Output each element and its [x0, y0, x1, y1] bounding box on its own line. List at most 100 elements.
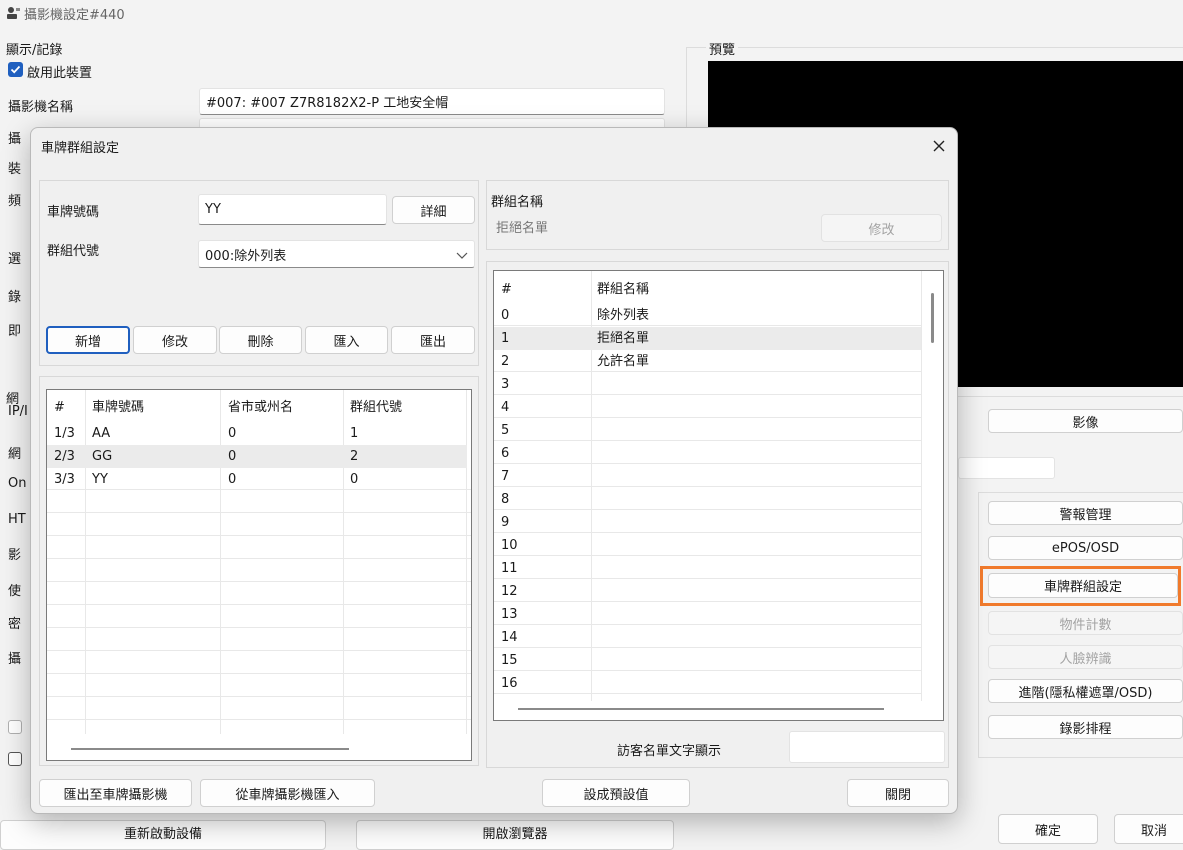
group-modify-button[interactable]: 修改 [821, 214, 942, 242]
cancel-button[interactable]: 取消 [1114, 814, 1183, 844]
plate-number-input[interactable]: YY [198, 194, 387, 225]
bg-checkbox[interactable] [8, 720, 22, 734]
table-row[interactable]: 1 拒絕名單 [494, 327, 921, 350]
group-table[interactable]: # 群組名稱 0 除外列表 1 拒絕名單 2 允許名單 3 4 5 6 7 8 9 1… [493, 270, 944, 721]
col-header: 車牌號碼 [92, 400, 145, 415]
alarm-management-button[interactable]: 警報管理 [988, 501, 1183, 525]
import-from-camera-button[interactable]: 從車牌攝影機匯入 [200, 779, 375, 807]
bg-label: 網 [8, 447, 22, 462]
table-row[interactable]: 4 [494, 396, 921, 419]
visitor-text-input[interactable] [789, 731, 945, 763]
col-header: 群組代號 [350, 400, 403, 415]
cell-index: 12 [501, 584, 518, 599]
record-schedule-button[interactable]: 錄影排程 [988, 715, 1183, 739]
cell-index: 4 [501, 400, 510, 415]
bg-label: 攝 [8, 132, 22, 147]
bg-right-field [958, 457, 1055, 479]
app-icon [6, 6, 20, 20]
horizontal-scrollbar[interactable] [518, 708, 884, 710]
table-row[interactable]: 14 [494, 626, 921, 649]
cell-group-code: 1 [350, 426, 359, 441]
table-row[interactable]: 2 允許名單 [494, 350, 921, 373]
export-to-camera-button[interactable]: 匯出至車牌攝影機 [39, 779, 192, 807]
horizontal-scrollbar[interactable] [71, 748, 349, 750]
cell-group-name: 允許名單 [597, 354, 650, 369]
col-header: # [501, 282, 512, 297]
table-row[interactable]: 3 [494, 373, 921, 396]
table-row[interactable]: 10 [494, 534, 921, 557]
table-row[interactable]: 11 [494, 557, 921, 580]
table-row[interactable]: 0 除外列表 [494, 304, 921, 327]
vertical-scrollbar[interactable] [931, 293, 934, 343]
set-default-button[interactable]: 設成預設值 [542, 779, 690, 807]
table-row[interactable]: 8 [494, 488, 921, 511]
group-code-label: 群組代號 [47, 244, 100, 259]
table-row[interactable]: 7 [494, 465, 921, 488]
close-button[interactable]: 關閉 [847, 779, 949, 807]
group-code-value: 000:除外列表 [205, 248, 287, 264]
enable-device-label: 啟用此裝置 [27, 66, 93, 81]
close-icon[interactable] [929, 136, 949, 156]
table-row[interactable]: 12 [494, 580, 921, 603]
export-button[interactable]: 匯出 [391, 326, 475, 354]
cell-region: 0 [228, 472, 237, 487]
col-header: # [54, 400, 65, 415]
table-row[interactable]: 16 [494, 672, 921, 695]
table-row[interactable]: 2/3 GG 0 2 [47, 445, 467, 468]
cell-index: 2/3 [54, 449, 75, 464]
bg-label: 即 [8, 324, 22, 339]
cell-group-name: 除外列表 [597, 308, 650, 323]
cell-index: 7 [501, 469, 510, 484]
camera-name-input[interactable]: #007: #007 Z7R8182X2-P 工地安全帽 [199, 88, 665, 115]
cell-group-code: 2 [350, 449, 359, 464]
bg-label: 使 [8, 584, 22, 599]
detail-button[interactable]: 詳細 [392, 196, 475, 224]
cell-index: 1 [501, 331, 510, 346]
bg-label: 裝 [8, 162, 22, 177]
modify-button[interactable]: 修改 [133, 326, 217, 354]
face-recognition-button[interactable]: 人臉辨識 [988, 645, 1183, 669]
import-button[interactable]: 匯入 [305, 326, 388, 354]
bg-label: 錄 [8, 290, 22, 305]
table-row[interactable]: 3/3 YY 0 0 [47, 468, 467, 491]
cell-group-name: 拒絕名單 [597, 331, 650, 346]
table-row[interactable]: 6 [494, 442, 921, 465]
group-code-select[interactable]: 000:除外列表 [198, 240, 475, 268]
cell-index: 3/3 [54, 472, 75, 487]
add-button[interactable]: 新增 [46, 326, 130, 354]
object-count-button[interactable]: 物件計數 [988, 611, 1183, 635]
bg-label: HT [8, 512, 26, 527]
cell-index: 6 [501, 446, 510, 461]
cell-index: 2 [501, 354, 510, 369]
epos-osd-button[interactable]: ePOS/OSD [988, 536, 1183, 560]
camera-name-label: 攝影機名稱 [8, 100, 74, 115]
advanced-privacy-button[interactable]: 進階(隱私權遮罩/OSD) [988, 679, 1183, 703]
enable-device-checkbox[interactable] [8, 62, 23, 77]
table-row[interactable]: 15 [494, 649, 921, 672]
bg-checkbox[interactable] [8, 752, 22, 766]
open-browser-button[interactable]: 開啟瀏覽器 [356, 820, 674, 850]
bg-label: On [8, 476, 27, 491]
table-row[interactable]: 13 [494, 603, 921, 626]
restart-device-button[interactable]: 重新啟動設備 [0, 820, 326, 850]
group-name-label: 群組名稱 [491, 195, 544, 210]
plate-number-label: 車牌號碼 [47, 205, 100, 220]
table-row[interactable]: 9 [494, 511, 921, 534]
table-row[interactable]: 1/3 AA 0 1 [47, 422, 467, 445]
plate-table[interactable]: # 車牌號碼 省市或州名 群組代號 1/3 AA 0 1 2/3 GG 0 2 … [46, 389, 472, 761]
cell-index: 14 [501, 630, 518, 645]
display-group-title: 顯示/記錄 [6, 43, 63, 58]
video-button[interactable]: 影像 [988, 409, 1183, 433]
cell-plate: YY [92, 472, 108, 487]
delete-button[interactable]: 刪除 [219, 326, 302, 354]
cell-index: 1/3 [54, 426, 75, 441]
window-title: 攝影機設定#440 [24, 8, 125, 23]
ok-button[interactable]: 確定 [998, 814, 1098, 844]
bg-label: 頻 [8, 194, 22, 209]
cell-index: 15 [501, 653, 518, 668]
plate-group-highlight [980, 566, 1181, 606]
col-header: 群組名稱 [597, 282, 650, 297]
group-name-input[interactable]: 拒絕名單 [491, 214, 811, 238]
bg-label: IP/I [8, 404, 28, 419]
table-row[interactable]: 5 [494, 419, 921, 442]
